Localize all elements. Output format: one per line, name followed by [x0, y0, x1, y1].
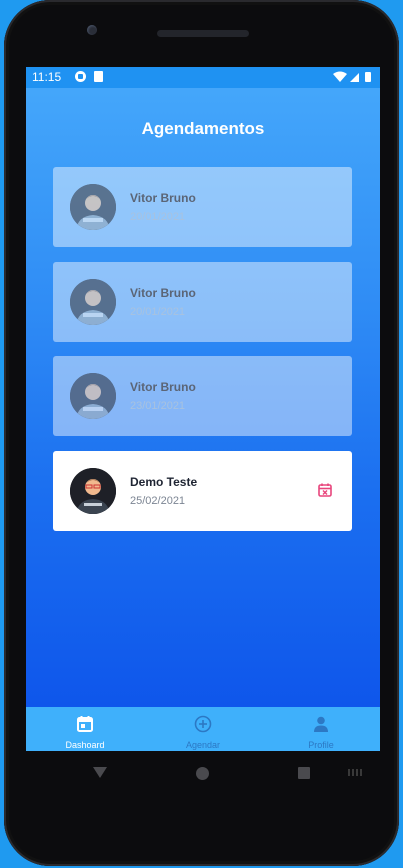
plus-circle-icon — [194, 715, 212, 733]
calendar-cancel-icon[interactable] — [317, 482, 333, 498]
tab-profile[interactable]: Profile — [262, 707, 380, 751]
tab-label: Dashoard — [65, 740, 105, 750]
appointment-card-active[interactable]: Demo Teste 25/02/2021 — [53, 451, 352, 531]
recent-apps-icon[interactable] — [298, 767, 310, 779]
calendar-icon — [77, 716, 93, 732]
appointment-name: Demo Teste — [130, 475, 198, 489]
app-screen: 11:15 Agendamentos Vitor Bruno 20/01/202… — [26, 67, 380, 751]
tab-label: Profile — [308, 740, 334, 750]
tab-agendar[interactable]: Agendar — [144, 707, 262, 751]
status-time: 11:15 — [32, 70, 62, 84]
person-icon — [314, 716, 328, 732]
phone-frame: 11:15 Agendamentos Vitor Bruno 20/01/202… — [4, 0, 399, 866]
appointment-card[interactable]: Vitor Bruno 23/01/2021 — [53, 356, 352, 436]
keyboard-icon[interactable] — [348, 769, 362, 776]
notification-app-icon — [75, 71, 86, 82]
tab-dashboard[interactable]: Dashoard — [26, 707, 144, 751]
status-bar: 11:15 — [26, 67, 380, 88]
sd-card-icon — [94, 71, 103, 82]
appointment-date: 20/01/2021 — [130, 306, 186, 318]
earpiece-speaker — [157, 30, 249, 37]
page-title: Agendamentos — [141, 119, 265, 138]
appointment-name: Vitor Bruno — [130, 191, 196, 205]
appointment-date: 20/01/2021 — [130, 211, 186, 223]
android-nav-bar — [26, 751, 380, 795]
avatar — [70, 468, 116, 514]
avatar — [70, 279, 116, 325]
appointment-date: 25/02/2021 — [130, 495, 186, 507]
appointment-date: 23/01/2021 — [130, 400, 186, 412]
tab-label: Agendar — [185, 740, 221, 750]
bottom-tab-bar: Dashoard Agendar Profile — [26, 707, 380, 751]
appointment-name: Vitor Bruno — [130, 286, 196, 300]
appointment-card[interactable]: Vitor Bruno 20/01/2021 — [53, 167, 352, 247]
front-camera — [87, 25, 97, 35]
back-icon[interactable] — [93, 767, 107, 778]
signal-battery-icons — [332, 71, 374, 86]
appointment-card[interactable]: Vitor Bruno 20/01/2021 — [53, 262, 352, 342]
appointment-name: Vitor Bruno — [130, 380, 196, 394]
avatar — [70, 184, 116, 230]
avatar — [70, 373, 116, 419]
home-icon[interactable] — [196, 767, 209, 780]
